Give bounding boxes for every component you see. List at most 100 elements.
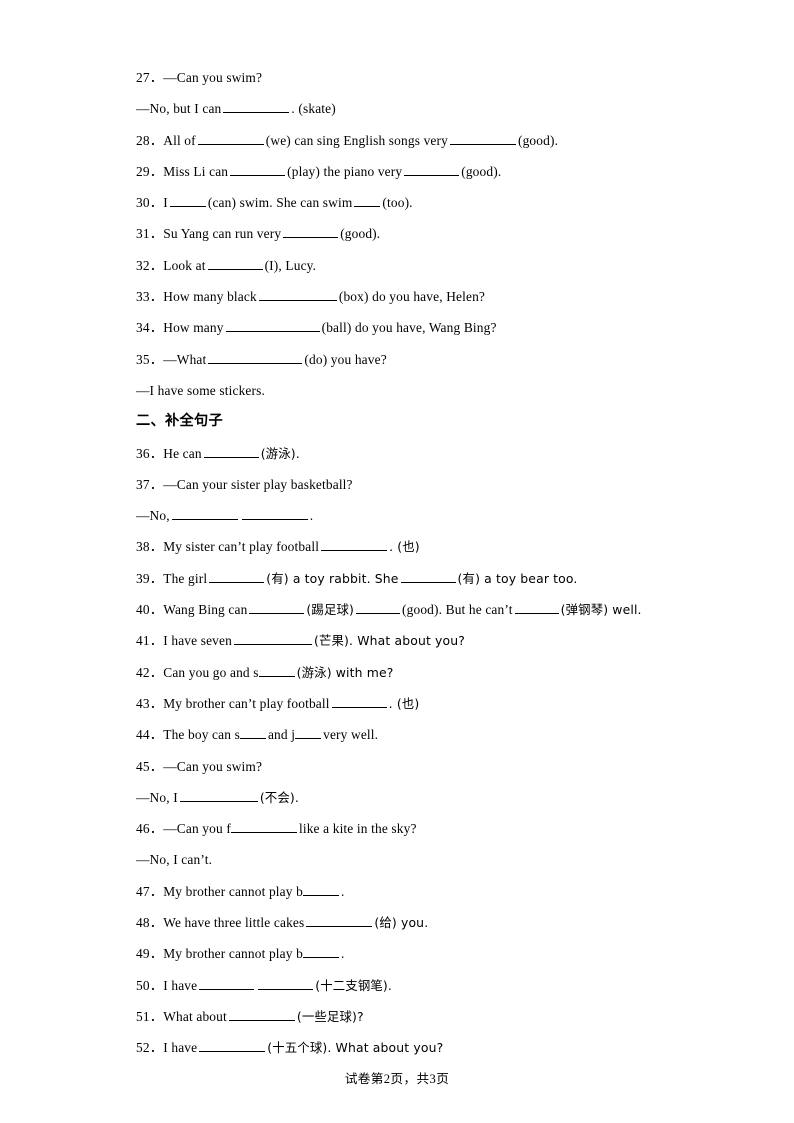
question-number-40: 40 (136, 602, 150, 618)
blank-50-2[interactable] (258, 978, 314, 990)
answer-tail-27: . (skate) (291, 101, 336, 117)
answer-text-35: —I have some stickers. (136, 382, 265, 398)
blank-30-2[interactable] (354, 195, 381, 208)
answer-line-45: —No, I (不会). (136, 782, 696, 813)
question-seg-44-3: very well. (323, 727, 379, 743)
blank-40-3[interactable] (514, 602, 559, 615)
question-seg-34-1: How many (163, 320, 224, 336)
blank-39-1[interactable] (209, 571, 265, 583)
question-number-51: 51 (136, 1008, 150, 1024)
question-number-48: 48 (136, 915, 150, 931)
question-seg-47-1: My brother cannot play b (163, 883, 303, 899)
question-number-46: 46 (136, 821, 150, 837)
blank-27-1[interactable] (223, 101, 290, 114)
blank-52-1[interactable] (199, 1040, 266, 1053)
question-line-50: 50．I have (十二支钢笔). (136, 977, 392, 993)
question-seg-39-3: (有) a toy bear too. (457, 570, 578, 586)
blank-29-1[interactable] (230, 164, 286, 176)
question-line-40: 40．Wang Bing can (踢足球) (good). But he can’… (136, 602, 642, 618)
question-seg-42-2: (游泳) with me? (296, 664, 394, 680)
question-line-52: 52．I have (十五个球). What about you? (136, 1040, 444, 1056)
blank-37-1[interactable] (171, 508, 238, 521)
question-seg-40-4: (弹钢琴) well. (560, 602, 642, 618)
question-seg-34-2: (ball) do you have, Wang Bing? (321, 320, 497, 336)
blank-32-1[interactable] (207, 258, 263, 270)
answer-text-45: —No, I (136, 789, 178, 805)
blank-34-1[interactable] (225, 320, 320, 333)
question-text-27: —Can you swim? (163, 70, 263, 85)
question-line-47: 47．My brother cannot play b. (136, 883, 345, 899)
blank-40-1[interactable] (249, 602, 305, 615)
question-seg-43-2: . (也) (388, 695, 420, 711)
question-seg-40-1: Wang Bing can (163, 602, 248, 618)
answer-line-37: —No,. (136, 500, 696, 531)
question-number-52: 52 (136, 1040, 150, 1056)
blank-44-1[interactable] (239, 727, 266, 740)
question-seg-52-2: (十五个球). What about you? (267, 1040, 444, 1056)
question-seg-50-1: I have (163, 977, 198, 993)
blank-35-1[interactable] (208, 352, 303, 364)
blank-38-1[interactable] (321, 539, 388, 552)
question-line-42: 42．Can you go and s (游泳) with me? (136, 664, 394, 680)
question-line-34: 34．How many (ball) do you have, Wang Bing… (136, 320, 497, 336)
question-seg-40-2: (踢足球) (306, 602, 355, 618)
blank-36-1[interactable] (203, 446, 259, 458)
question-number-37: 37 (136, 476, 150, 492)
question-line-39: 39．The girl (有) a toy rabbit. She (有) a to… (136, 570, 578, 586)
question-text-37: —Can your sister play basketball? (163, 476, 353, 492)
question-number-47: 47 (136, 883, 150, 899)
blank-43-1[interactable] (331, 696, 387, 708)
question-line-32: 32．Look at (I), Lucy. (136, 257, 317, 273)
answer-tail-45: (不会). (259, 789, 299, 805)
blank-28-2[interactable] (449, 133, 516, 145)
blank-44-2[interactable] (295, 727, 322, 740)
blank-51-1[interactable] (228, 1009, 295, 1021)
blank-39-2[interactable] (400, 571, 456, 583)
question-seg-28-1: All of (163, 132, 196, 148)
blank-29-2[interactable] (404, 164, 460, 176)
question-line-30: 30．I (can) swim. She can swim (too). (136, 195, 413, 211)
question-line-28: 28．All of (we) can sing English songs ver… (136, 132, 559, 148)
blank-31-1[interactable] (283, 226, 339, 239)
blank-50-1[interactable] (199, 978, 255, 990)
question-seg-38-2: . (也) (389, 539, 420, 555)
blank-48-1[interactable] (306, 915, 373, 928)
question-number-49: 49 (136, 946, 150, 962)
footer-current-page: 2 (383, 1072, 391, 1086)
blank-47-1[interactable] (302, 884, 339, 896)
blank-40-2[interactable] (356, 602, 401, 615)
question-seg-33-1: How many black (163, 289, 257, 305)
question-seg-29-2: (play) the piano very (287, 163, 403, 179)
question-seg-48-1: We have three little cakes (163, 915, 305, 931)
footer-prefix: 试卷第 (344, 1071, 384, 1086)
blank-42-1[interactable] (258, 665, 295, 677)
question-seg-48-2: (给) you. (374, 915, 429, 931)
blank-46-1[interactable] (230, 821, 297, 834)
blank-33-1[interactable] (258, 289, 337, 302)
exam-page: 27．—Can you swim? —No, but I can . (skate… (0, 0, 794, 1123)
question-text-45: —Can you swim? (163, 758, 263, 774)
answer-text-27: —No, but I can (136, 101, 222, 117)
question-seg-32-1: Look at (163, 257, 206, 273)
question-line-44: 44．The boy can s and j very well. (136, 727, 379, 743)
question-seg-36-1: He can (163, 445, 202, 461)
question-seg-39-2: (有) a toy rabbit. She (266, 570, 399, 586)
question-seg-50-2: (十二支钢笔). (315, 977, 392, 993)
question-seg-43-1: My brother can’t play football (163, 695, 330, 711)
page-footer: 试卷第2页，共3页 (0, 1068, 794, 1087)
question-number-38: 38 (136, 539, 150, 555)
blank-45-1[interactable] (179, 790, 258, 802)
question-seg-32-2: (I), Lucy. (264, 257, 317, 273)
question-number-39: 39 (136, 570, 150, 586)
blank-37-2[interactable] (241, 508, 308, 521)
blank-49-1[interactable] (302, 946, 339, 959)
question-seg-47-2: . (340, 883, 345, 899)
blank-30-1[interactable] (169, 195, 206, 208)
question-line-31: 31．Su Yang can run very (good). (136, 226, 381, 242)
blank-41-1[interactable] (233, 633, 312, 646)
question-seg-36-2: (游泳). (260, 445, 300, 461)
blank-28-1[interactable] (197, 133, 264, 145)
question-number-43: 43 (136, 695, 150, 711)
question-number-31: 31 (136, 226, 150, 242)
answer-line-46: —No, I can’t. (136, 844, 696, 875)
